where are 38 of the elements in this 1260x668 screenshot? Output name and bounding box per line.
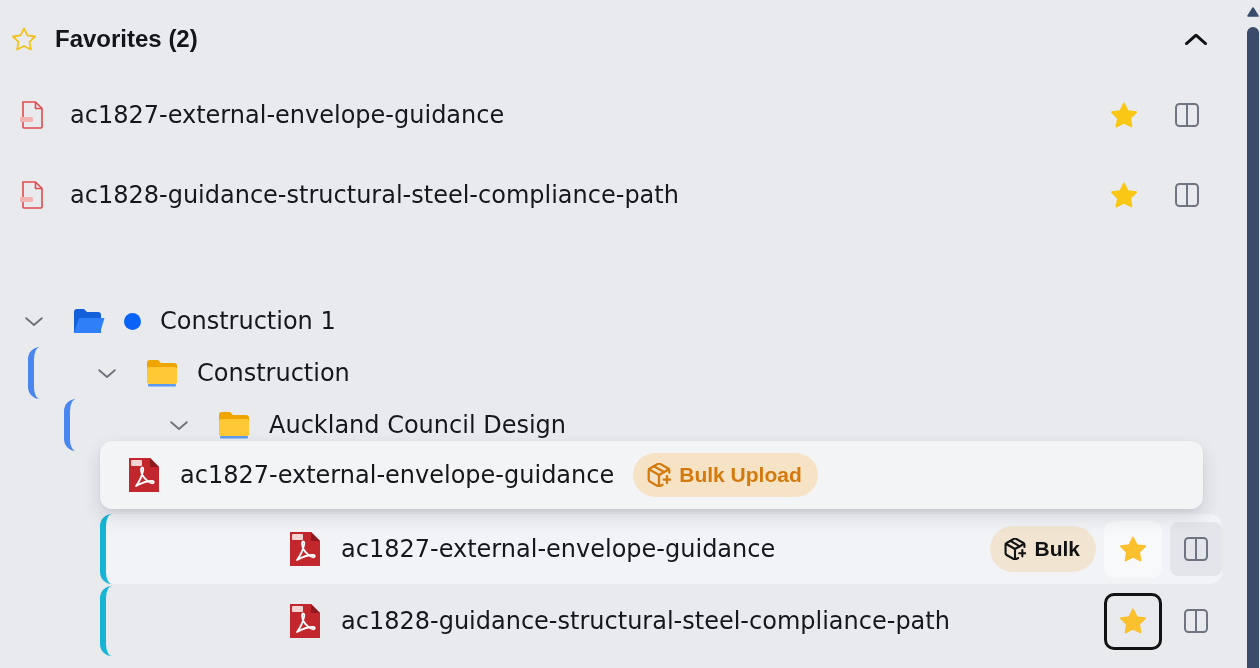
file-row[interactable]: ac1827-external-envelope-guidance Bulk [100, 514, 1222, 584]
split-view-icon [1184, 537, 1208, 561]
pdf-document-icon [289, 603, 321, 639]
star-icon[interactable] [1111, 182, 1137, 208]
folder-icon [146, 359, 178, 387]
folder-icon [218, 411, 250, 439]
chevron-down-icon[interactable] [25, 316, 43, 326]
folder-name: Auckland Council Design [269, 411, 567, 439]
pdf-document-icon [289, 531, 321, 567]
folder-name: Construction 1 [160, 307, 336, 335]
star-button[interactable] [1104, 592, 1162, 650]
bulk-upload-button[interactable]: Bulk [990, 526, 1096, 572]
file-name: ac1827-external-envelope-guidance [180, 461, 615, 489]
chevron-down-icon[interactable] [98, 368, 116, 378]
split-view-icon[interactable] [1175, 103, 1199, 127]
scrollbar-thumb[interactable] [1247, 27, 1259, 668]
star-icon[interactable] [1111, 102, 1137, 128]
star-outline-icon [12, 27, 36, 51]
chevron-up-icon[interactable] [1185, 33, 1207, 45]
scroll-up-arrow-icon[interactable] [1247, 7, 1259, 17]
split-view-icon[interactable] [1175, 183, 1199, 207]
favorites-title: Favorites (2) [55, 25, 198, 53]
star-button[interactable] [1104, 520, 1162, 578]
favorite-name: ac1828-guidance-structural-steel-compliance-path [70, 181, 679, 209]
file-row[interactable]: ac1828-guidance-structural-steel-compliance-path [100, 586, 1222, 656]
file-name: ac1828-guidance-structural-steel-compliance-path [341, 607, 950, 635]
chevron-down-icon[interactable] [170, 420, 188, 430]
pdf-file-icon [20, 181, 44, 209]
package-plus-icon [647, 463, 672, 487]
folder-name: Construction [197, 359, 350, 387]
split-view-icon [1184, 609, 1208, 633]
file-name: ac1827-external-envelope-guidance [341, 535, 776, 563]
pdf-document-icon [128, 457, 160, 493]
open-folder-icon [73, 308, 105, 334]
pdf-file-icon [20, 101, 44, 129]
favorite-name: ac1827-external-envelope-guidance [70, 101, 505, 129]
package-plus-icon [1004, 538, 1027, 560]
split-view-button[interactable] [1170, 522, 1222, 576]
